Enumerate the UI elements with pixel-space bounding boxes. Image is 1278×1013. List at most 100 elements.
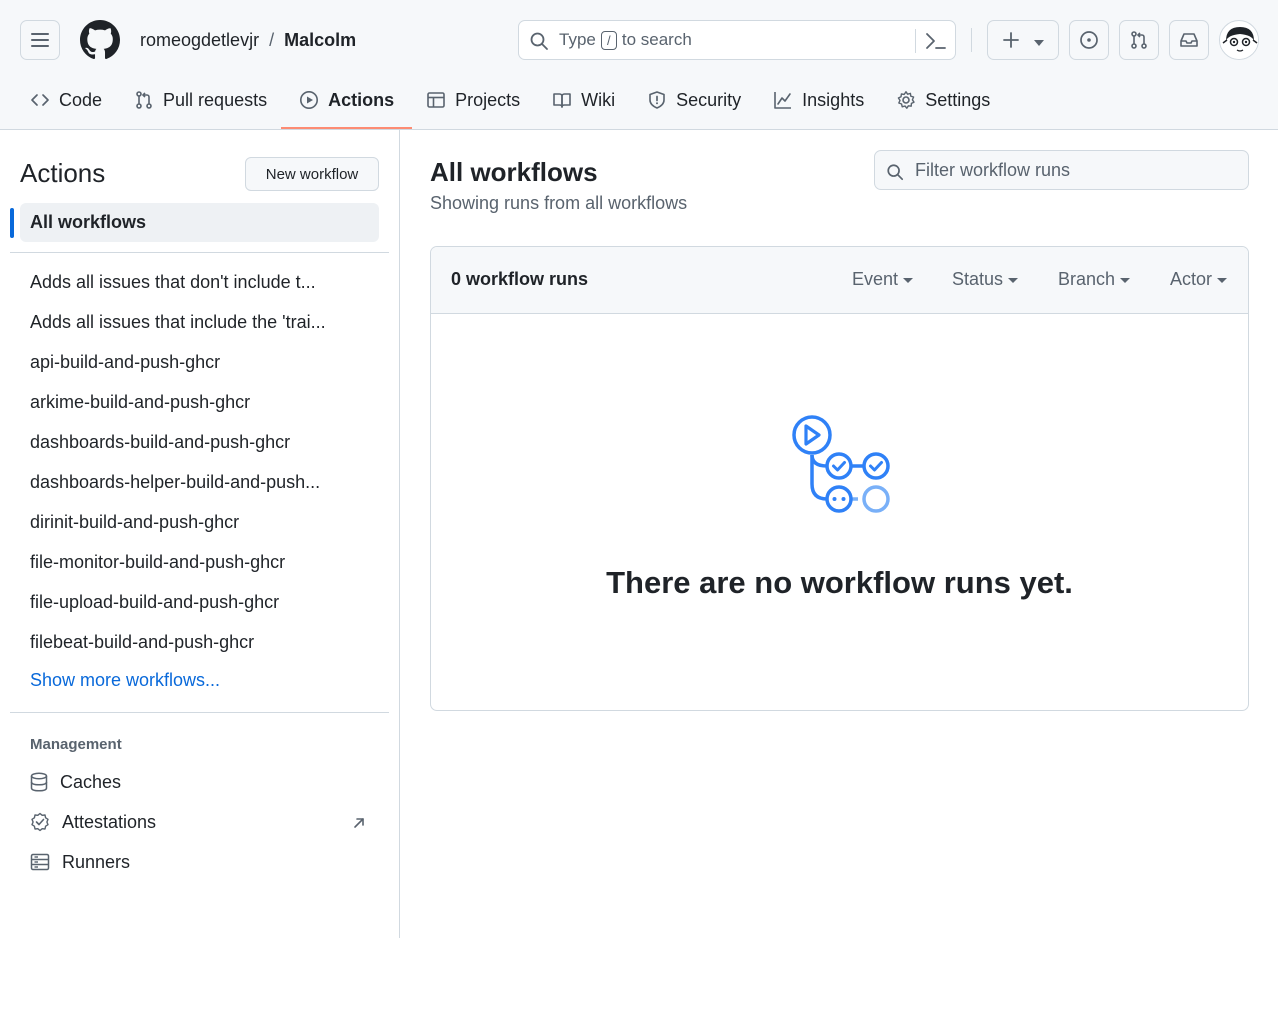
tab-security[interactable]: Security xyxy=(637,80,751,120)
empty-state-message: There are no workflow runs yet. xyxy=(606,565,1073,600)
sidebar-title: Actions xyxy=(20,158,106,188)
hamburger-icon xyxy=(31,33,49,47)
tab-security-label: Security xyxy=(676,89,742,110)
search-icon xyxy=(887,164,904,181)
play-icon xyxy=(300,91,319,109)
branch-filter-dropdown[interactable]: Branch xyxy=(1058,269,1131,290)
search-divider xyxy=(915,29,916,53)
arrow-up-right-icon[interactable] xyxy=(352,816,366,830)
filter-workflow-runs[interactable] xyxy=(874,150,1249,190)
git-pull-request-icon xyxy=(136,91,152,109)
sidebar-item-all-workflows[interactable]: All workflows xyxy=(20,203,379,242)
shield-icon xyxy=(649,91,665,109)
caches-label: Caches xyxy=(60,771,122,792)
search-icon xyxy=(530,32,548,50)
page-subtitle: Showing runs from all workflows xyxy=(430,193,688,213)
inbox-button[interactable] xyxy=(1169,20,1209,60)
sidebar-divider xyxy=(10,712,389,713)
actor-filter-label: Actor xyxy=(1170,269,1213,289)
workflow-item[interactable]: dashboards-build-and-push-ghcr xyxy=(30,422,350,462)
workflow-item[interactable]: Adds all issues that include the 'trai..… xyxy=(30,302,350,342)
verified-icon xyxy=(31,812,49,832)
breadcrumb-separator: / xyxy=(269,30,275,50)
tab-insights[interactable]: Insights xyxy=(763,80,874,120)
gear-icon xyxy=(897,91,915,109)
tab-actions[interactable]: Actions xyxy=(281,80,413,129)
database-icon xyxy=(30,772,48,792)
tab-wiki[interactable]: Wiki xyxy=(542,80,625,120)
git-pull-request-icon xyxy=(1131,31,1147,49)
breadcrumb-owner[interactable]: romeogdetlevjr xyxy=(140,29,259,51)
workflow-illustration-icon xyxy=(792,415,890,513)
sidebar-item-attestations[interactable]: Attestations xyxy=(30,810,156,834)
show-more-workflows-link[interactable]: Show more workflows... xyxy=(30,670,220,691)
search-placeholder: Type / to search xyxy=(559,30,692,50)
menu-button[interactable] xyxy=(20,20,60,60)
tab-actions-label: Actions xyxy=(328,89,395,110)
tab-code-label: Code xyxy=(59,89,103,110)
user-avatar[interactable] xyxy=(1219,20,1259,60)
tab-insights-label: Insights xyxy=(802,89,865,110)
status-filter-label: Status xyxy=(952,269,1004,289)
event-filter-label: Event xyxy=(852,269,899,289)
create-new-button[interactable] xyxy=(987,20,1059,60)
sidebar-item-runners[interactable]: Runners xyxy=(30,850,130,874)
caret-down-icon xyxy=(1008,278,1019,283)
issue-opened-icon xyxy=(1080,31,1098,49)
attestations-label: Attestations xyxy=(62,811,157,832)
workflow-item[interactable]: api-build-and-push-ghcr xyxy=(30,342,350,382)
tab-projects-label: Projects xyxy=(455,89,521,110)
tab-pull-requests[interactable]: Pull requests xyxy=(124,80,277,120)
workflow-item[interactable]: Adds all issues that don't include t... xyxy=(30,262,350,302)
filter-input[interactable] xyxy=(915,151,1235,189)
actions-sidebar: Actions New workflow All workflows Adds … xyxy=(0,130,400,938)
sidebar-item-caches[interactable]: Caches xyxy=(30,770,121,794)
inbox-icon xyxy=(1180,33,1198,47)
header-divider xyxy=(971,28,972,52)
triangle-down-icon xyxy=(1034,40,1044,46)
workflow-item[interactable]: arkime-build-and-push-ghcr xyxy=(30,382,350,422)
tab-settings[interactable]: Settings xyxy=(886,80,1000,120)
workflow-item[interactable]: dirinit-build-and-push-ghcr xyxy=(30,502,350,542)
repo-nav: Code Pull requests Actions Projects Wiki… xyxy=(20,80,1012,130)
command-palette-icon[interactable] xyxy=(924,29,948,53)
workflow-item[interactable]: file-upload-build-and-push-ghcr xyxy=(30,582,350,622)
code-icon xyxy=(31,94,49,106)
caret-down-icon xyxy=(903,278,914,283)
management-heading: Management xyxy=(30,736,122,753)
search-shortcut-key: / xyxy=(600,30,617,50)
sidebar-divider xyxy=(10,252,389,253)
github-logo-icon[interactable] xyxy=(80,20,120,60)
tab-code[interactable]: Code xyxy=(20,80,112,120)
graph-icon xyxy=(774,92,792,109)
workflow-item[interactable]: filebeat-build-and-push-ghcr xyxy=(30,622,350,662)
runs-count: 0 workflow runs xyxy=(451,269,589,289)
workflow-item[interactable]: file-monitor-build-and-push-ghcr xyxy=(30,542,350,582)
table-icon xyxy=(427,92,445,108)
breadcrumb: romeogdetlevjr / Malcolm xyxy=(140,29,356,51)
caret-down-icon xyxy=(1217,278,1228,283)
active-indicator xyxy=(10,208,14,238)
tab-settings-label: Settings xyxy=(925,89,991,110)
book-icon xyxy=(553,93,571,108)
workflow-runs-panel: 0 workflow runs Event Status Branch Acto… xyxy=(430,246,1249,711)
event-filter-dropdown[interactable]: Event xyxy=(852,269,914,290)
workflow-item[interactable]: dashboards-helper-build-and-push... xyxy=(30,462,350,502)
runs-header: 0 workflow runs Event Status Branch Acto… xyxy=(431,247,1248,314)
workflow-list: Adds all issues that don't include t... … xyxy=(30,262,350,662)
search-suffix-text: to search xyxy=(621,30,692,49)
global-header: romeogdetlevjr / Malcolm Type / to searc… xyxy=(0,0,1278,130)
status-filter-dropdown[interactable]: Status xyxy=(952,269,1019,290)
tab-wiki-label: Wiki xyxy=(581,89,616,110)
plus-icon xyxy=(1003,32,1019,48)
pull-requests-button[interactable] xyxy=(1119,20,1159,60)
global-search[interactable]: Type / to search xyxy=(518,20,956,60)
tab-pull-requests-label: Pull requests xyxy=(163,89,268,110)
issues-button[interactable] xyxy=(1069,20,1109,60)
tab-projects[interactable]: Projects xyxy=(416,80,530,120)
breadcrumb-repo[interactable]: Malcolm xyxy=(284,29,356,51)
search-prefix-text: Type xyxy=(559,30,596,49)
new-workflow-button[interactable]: New workflow xyxy=(245,157,379,191)
actor-filter-dropdown[interactable]: Actor xyxy=(1170,269,1228,290)
page-title: All workflows xyxy=(430,157,598,187)
